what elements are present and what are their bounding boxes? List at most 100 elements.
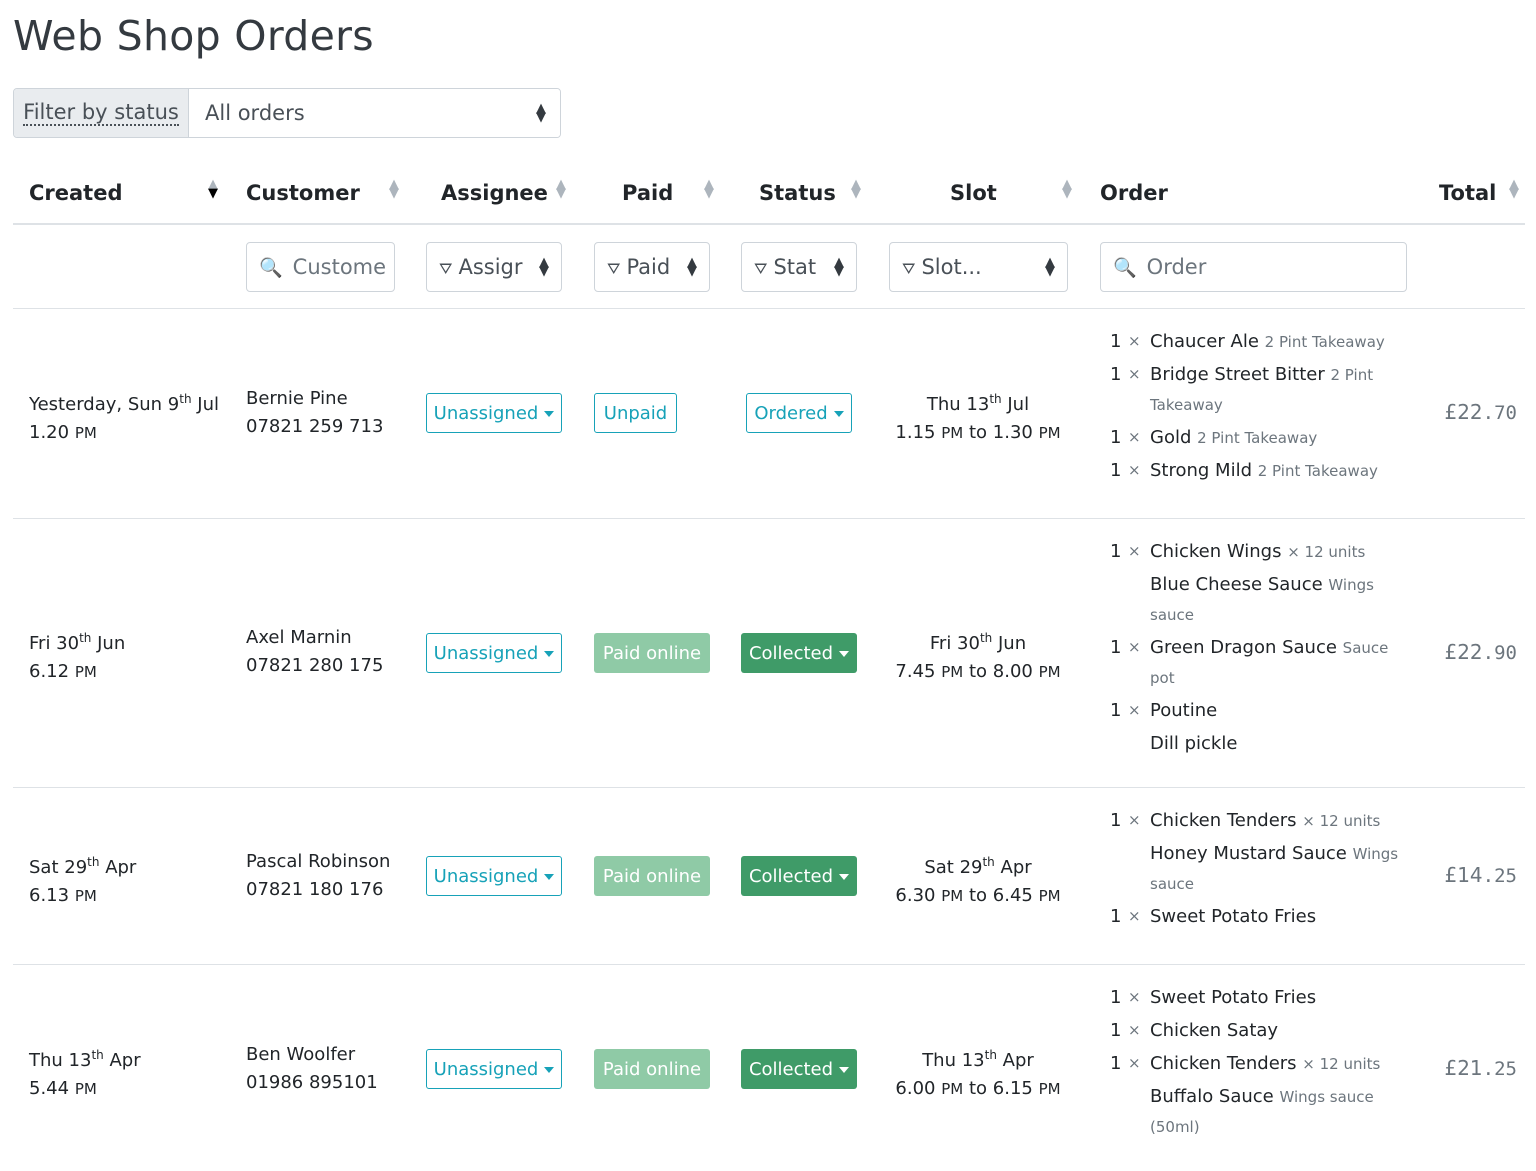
paid-filter-select[interactable]: ⛛ Paid ▲ ▼ — [594, 242, 710, 292]
column-header-total[interactable]: Total — [1439, 176, 1496, 210]
list-item: 1 × Sweet Potato Fries — [1110, 987, 1317, 1008]
caret-down-icon — [839, 1067, 850, 1073]
column-header-slot[interactable]: Slot — [950, 176, 997, 210]
list-item: Blue Cheese Sauce Wings sauce — [1150, 574, 1374, 624]
assignee-dropdown[interactable]: Unassigned — [426, 856, 562, 896]
sort-customer-icon[interactable]: ▲ ▼ — [389, 178, 399, 200]
row-divider — [13, 518, 1525, 519]
funnel-icon: ⛛ — [439, 259, 453, 278]
customer-phone: 01986 895101 — [246, 1072, 378, 1093]
order-filter-input[interactable]: 🔍 Order — [1100, 242, 1407, 292]
paid-status-button[interactable]: Paid online — [594, 633, 710, 673]
customer-cell: Ben Woolfer 01986 895101 — [246, 1041, 378, 1097]
list-item: 1 × Green Dragon Sauce Sauce pot — [1110, 637, 1389, 687]
assignee-dropdown[interactable]: Unassigned — [426, 393, 562, 433]
customer-name: Ben Woolfer — [246, 1044, 356, 1065]
caret-down-icon — [544, 651, 555, 657]
customer-cell: Axel Marnin 07821 280 175 — [246, 624, 383, 680]
created-cell: Sat 29th Apr 6.13 PM — [29, 855, 137, 906]
list-item: 1 × Bridge Street Bitter 2 Pint Takeaway — [1110, 364, 1374, 414]
assignee-dropdown[interactable]: Unassigned — [426, 1049, 562, 1089]
customer-phone: 07821 259 713 — [246, 416, 384, 437]
row-divider — [13, 787, 1525, 788]
paid-status-button[interactable]: Paid online — [594, 856, 710, 896]
caret-down-icon — [833, 411, 844, 417]
caret-down-icon — [544, 1067, 555, 1073]
list-item: 1 × Chaucer Ale 2 Pint Takeaway — [1110, 331, 1385, 352]
customer-phone: 07821 180 176 — [246, 879, 384, 900]
customer-name: Axel Marnin — [246, 627, 352, 648]
row-divider — [13, 308, 1525, 309]
slot-filter-select[interactable]: ⛛ Slot... ▲ ▼ — [889, 242, 1068, 292]
list-item: 1 × Poutine — [1110, 700, 1218, 721]
column-header-order: Order — [1100, 181, 1168, 205]
order-total: £21.25 — [1444, 1056, 1517, 1080]
customer-name: Pascal Robinson — [246, 851, 391, 872]
assignee-dropdown[interactable]: Unassigned — [426, 633, 562, 673]
column-header-paid[interactable]: Paid — [622, 176, 673, 210]
select-arrows-icon: ▲ ▼ — [1045, 255, 1055, 279]
sort-assignee-icon[interactable]: ▲ ▼ — [556, 178, 566, 200]
funnel-icon: ⛛ — [607, 259, 621, 278]
sort-total-icon[interactable]: ▲ ▼ — [1509, 178, 1519, 200]
slot-cell: Sat 29th Apr 6.30 PM to 6.45 PM — [895, 855, 1061, 906]
created-cell: Thu 13th Apr 5.44 PM — [29, 1048, 141, 1099]
list-item: 1 × Gold 2 Pint Takeaway — [1110, 427, 1318, 448]
caret-down-icon — [544, 874, 555, 880]
list-item: 1 × Sweet Potato Fries — [1110, 906, 1317, 927]
column-header-created[interactable]: Created — [29, 176, 123, 210]
status-filter-select[interactable]: All orders ▲ ▼ — [189, 89, 560, 137]
funnel-icon: ⛛ — [902, 259, 916, 278]
list-item: 1 × Chicken Tenders × 12 units — [1110, 810, 1381, 831]
header-divider — [13, 223, 1525, 225]
caret-down-icon — [839, 874, 850, 880]
created-cell: Yesterday, Sun 9th Jul 1.20 PM — [29, 392, 220, 443]
search-icon: 🔍 — [259, 256, 283, 279]
select-arrows-icon: ▲ ▼ — [834, 255, 844, 279]
order-items: 1 × Sweet Potato Fries 1 × Chicken Satay 1 × C… — [1110, 983, 1410, 1145]
order-status-dropdown[interactable]: Ordered — [746, 393, 852, 433]
page-title: Web Shop Orders — [13, 12, 374, 60]
paid-status-button[interactable]: Paid online — [594, 1049, 710, 1089]
caret-down-icon — [839, 651, 850, 657]
order-status-dropdown[interactable]: Collected — [741, 856, 857, 896]
select-arrows-icon: ▲ ▼ — [536, 101, 546, 125]
caret-down-icon — [544, 411, 555, 417]
list-item: 1 × Strong Mild 2 Pint Takeaway — [1110, 460, 1378, 481]
sort-slot-icon[interactable]: ▲ ▼ — [1062, 178, 1072, 200]
sort-paid-icon[interactable]: ▲ ▼ — [704, 178, 714, 200]
slot-cell: Thu 13th Jul 1.15 PM to 1.30 PM — [895, 392, 1061, 443]
list-item: 1 × Chicken Satay — [1110, 1020, 1279, 1041]
list-item: Buffalo Sauce Wings sauce (50ml) — [1150, 1086, 1374, 1136]
order-status-dropdown[interactable]: Collected — [741, 1049, 857, 1089]
customer-cell: Bernie Pine 07821 259 713 — [246, 385, 383, 441]
list-item: Dill pickle — [1150, 733, 1238, 754]
list-item: 1 × Chicken Wings × 12 units — [1110, 541, 1366, 562]
order-total: £22.90 — [1444, 640, 1517, 664]
list-item: 1 × Chicken Tenders × 12 units — [1110, 1053, 1381, 1074]
order-items: 1 × Chaucer Ale 2 Pint Takeaway 1 × Bridge S… — [1110, 327, 1410, 489]
customer-cell: Pascal Robinson 07821 180 176 — [246, 848, 390, 904]
select-arrows-icon: ▲ ▼ — [539, 255, 549, 279]
search-icon: 🔍 — [1113, 256, 1137, 279]
status-filter-label: Filter by status — [14, 89, 189, 137]
column-header-status[interactable]: Status — [759, 176, 836, 210]
select-arrows-icon: ▲ ▼ — [687, 255, 697, 279]
order-total: £22.70 — [1444, 400, 1517, 424]
paid-status-button[interactable]: Unpaid — [594, 393, 677, 433]
sort-created-icon[interactable]: ▲ ▼ — [208, 178, 218, 200]
customer-name: Bernie Pine — [246, 388, 348, 409]
list-item: Honey Mustard Sauce Wings sauce — [1150, 843, 1399, 893]
assignee-filter-select[interactable]: ⛛ Assigr ▲ ▼ — [426, 242, 562, 292]
customer-filter-input[interactable]: 🔍 Custome — [246, 242, 395, 292]
column-header-customer[interactable]: Customer — [246, 176, 360, 210]
sort-status-icon[interactable]: ▲ ▼ — [851, 178, 861, 200]
row-divider — [13, 964, 1525, 965]
order-status-dropdown[interactable]: Collected — [741, 633, 857, 673]
column-header-assignee[interactable]: Assignee — [441, 176, 548, 210]
slot-cell: Thu 13th Apr 6.00 PM to 6.15 PM — [895, 1048, 1061, 1099]
status-filter: Filter by status All orders ▲ ▼ — [13, 88, 561, 138]
order-total: £14.25 — [1444, 863, 1517, 887]
status-column-filter-select[interactable]: ⛛ Stat ▲ ▼ — [741, 242, 857, 292]
customer-phone: 07821 280 175 — [246, 655, 384, 676]
